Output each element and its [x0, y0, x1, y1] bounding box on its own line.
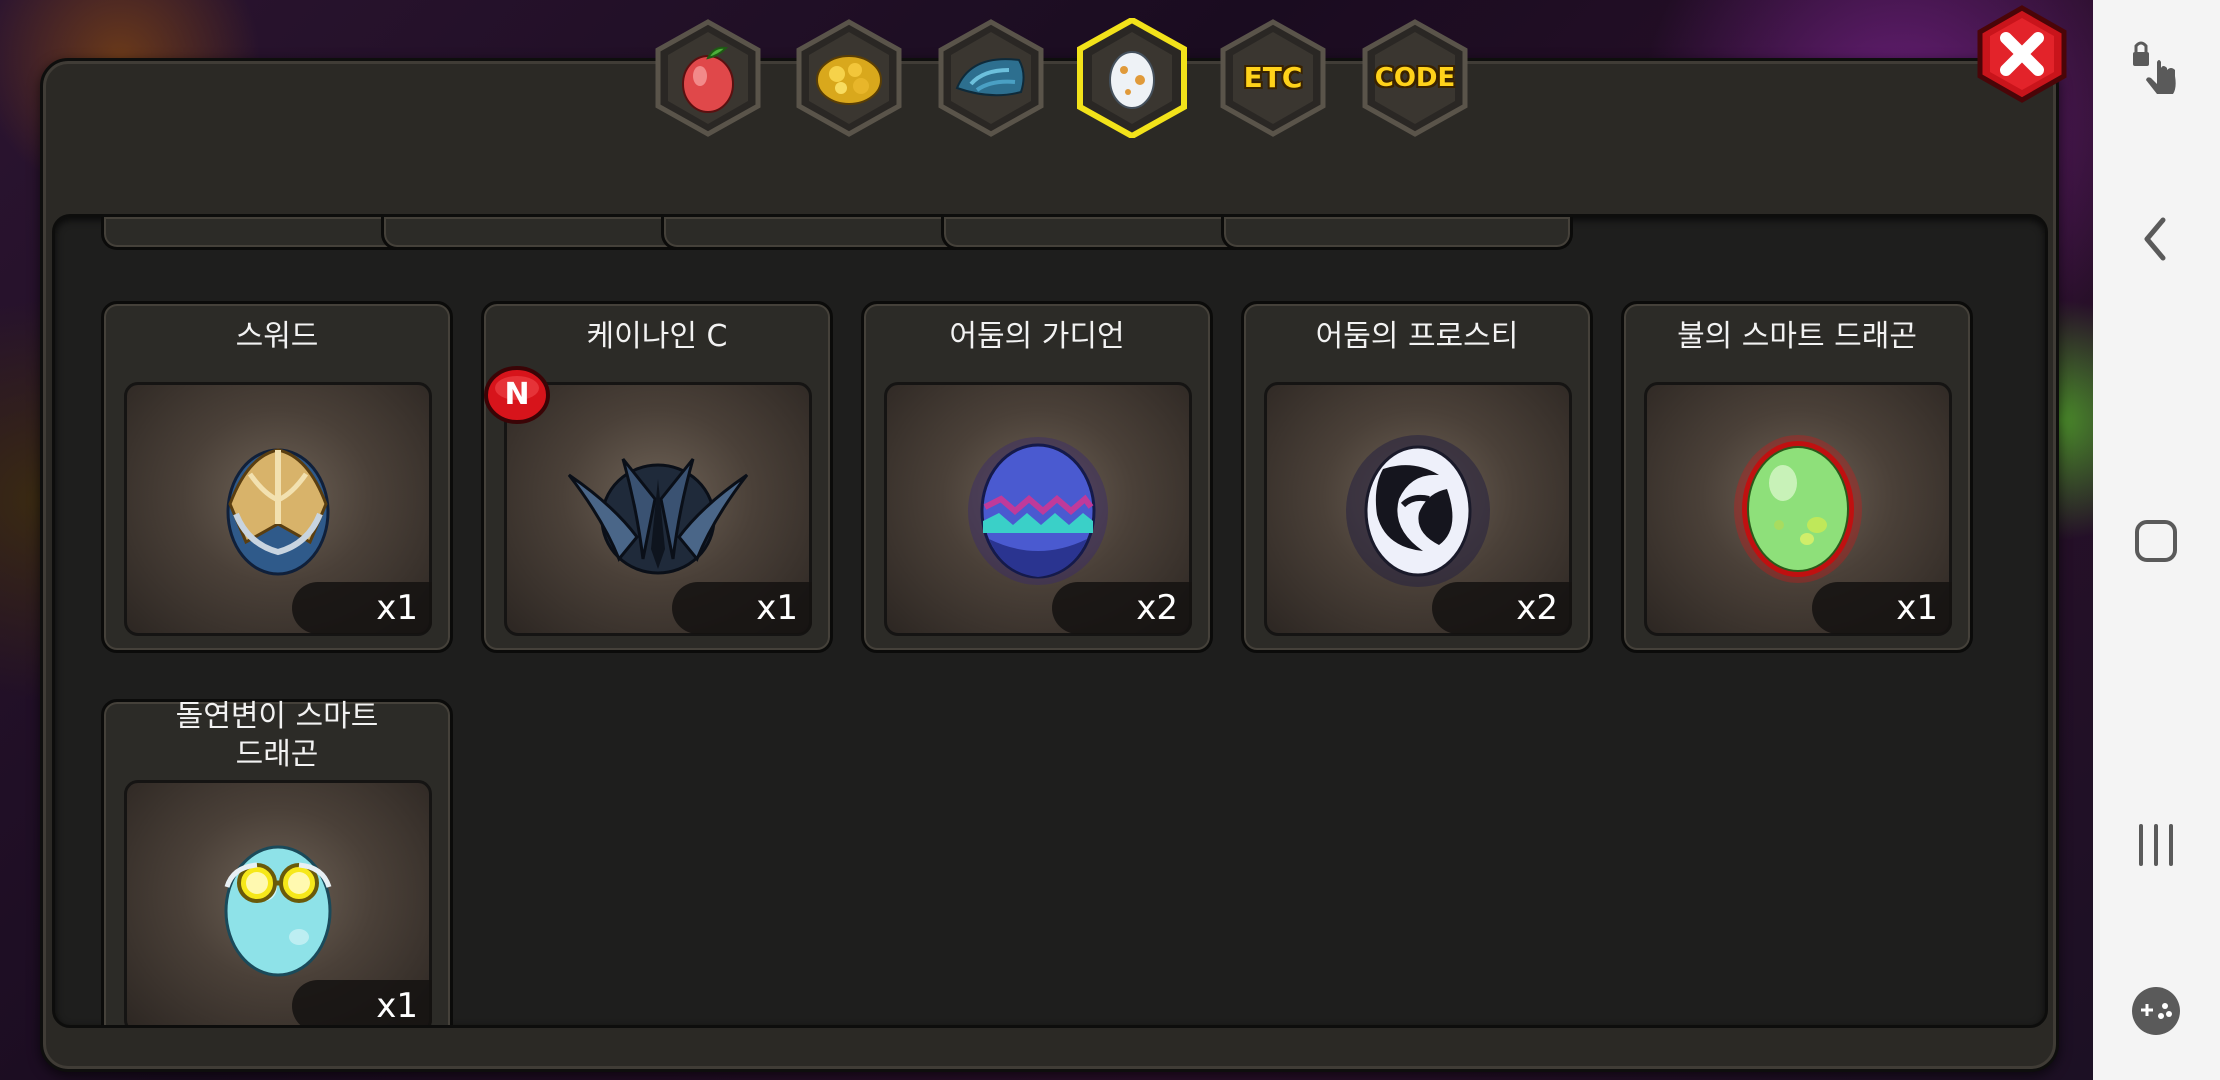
item-name-line: 돌연변이 스마트: [175, 699, 379, 734]
item-name: 스워드: [235, 319, 319, 354]
item-name: 어둠의 가디언: [949, 319, 1125, 354]
item-card[interactable]: 어둠의 가디언 x2: [861, 301, 1213, 653]
item-quantity: x2: [1432, 582, 1572, 634]
tab-fruit[interactable]: [648, 18, 768, 138]
tab-etc[interactable]: ETC: [1213, 18, 1333, 138]
tab-code-label: CODE: [1374, 63, 1456, 93]
item-quantity: x2: [1052, 582, 1192, 634]
touch-lock-icon: [2133, 41, 2176, 94]
item-card[interactable]: 스워드 x1: [101, 301, 453, 653]
mutant-smart-dragon-egg-icon: [224, 845, 332, 977]
item-card-partial: [1221, 217, 1573, 250]
tab-etc-label: ETC: [1243, 61, 1303, 94]
game-tools-button[interactable]: [2113, 968, 2199, 1054]
item-card[interactable]: 불의 스마트 드래곤 x1: [1621, 301, 1973, 653]
tab-egg[interactable]: [1072, 18, 1192, 138]
dark-frosty-egg-icon: [1346, 435, 1490, 587]
egg-icon: [1109, 51, 1155, 109]
close-button[interactable]: [1972, 4, 2072, 104]
canine-c-egg-icon: [567, 458, 749, 575]
red-fruit-icon: [682, 46, 734, 113]
tab-scale[interactable]: [931, 18, 1051, 138]
fire-smart-dragon-egg-icon: [1734, 435, 1862, 583]
item-quantity: x1: [672, 582, 812, 634]
item-name: 어둠의 프로스티: [1315, 319, 1519, 354]
item-name: 불의 스마트 드래곤: [1677, 319, 1917, 354]
back-button[interactable]: [2113, 196, 2199, 282]
system-nav-bar: [2093, 0, 2220, 1080]
new-badge-label: N: [504, 377, 530, 412]
home-button[interactable]: [2113, 498, 2199, 584]
gamepad-icon: [2132, 987, 2180, 1035]
item-card[interactable]: 케이나인 C x1: [481, 301, 833, 653]
item-quantity: x1: [1812, 582, 1952, 634]
close-icon: [1977, 5, 2067, 103]
touch-lock-button[interactable]: [2113, 28, 2199, 114]
item-card[interactable]: 돌연변이 스마트 드래곤 x1: [101, 698, 453, 1025]
home-icon: [2135, 520, 2177, 562]
dragon-scale-icon: [955, 58, 1025, 97]
dark-guardian-egg-icon: [968, 437, 1108, 585]
item-card[interactable]: 어둠의 프로스티 x2: [1241, 301, 1593, 653]
new-badge: N: [484, 366, 550, 424]
recents-button[interactable]: [2113, 802, 2199, 888]
recents-icon: [2139, 824, 2173, 866]
item-quantity: x1: [292, 980, 432, 1025]
item-name: 돌연변이 스마트 드래곤: [104, 698, 450, 774]
sword-egg-icon: [226, 448, 330, 576]
tab-gold[interactable]: [789, 18, 909, 138]
item-name-line: 드래곤: [235, 737, 319, 772]
item-quantity: x1: [292, 582, 432, 634]
item-grid[interactable]: 스워드 x1 케이나인 C x1 어둠의 가디언 x2 어둠의 프로스티 x2 …: [52, 214, 2048, 1028]
item-name: 케이나인 C: [586, 319, 728, 354]
gold-ore-icon: [816, 55, 882, 105]
tab-code[interactable]: CODE: [1355, 18, 1475, 138]
back-icon: [2144, 217, 2166, 261]
